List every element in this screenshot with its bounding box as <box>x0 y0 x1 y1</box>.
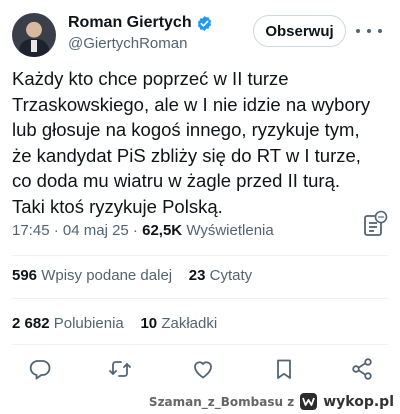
bookmarks-count: 10 <box>140 315 158 332</box>
divider <box>12 255 388 256</box>
share-icon[interactable] <box>349 356 375 382</box>
author-handle[interactable]: @GiertychRoman <box>68 35 187 52</box>
tweet-line: że kandydat PiS zbliży się do RT w I tur… <box>12 144 361 166</box>
more-dot <box>378 29 382 33</box>
wykop-watermark: Szaman_z_Bombasu z wykop.pl <box>149 393 394 410</box>
more-dot <box>367 29 371 33</box>
reposts-link[interactable]: 596 Wpisy podane dalej <box>12 267 172 284</box>
action-bar <box>0 356 400 384</box>
likes-label: Polubienia <box>53 315 124 332</box>
bookmark-icon[interactable] <box>271 356 297 382</box>
views-label: Wyświetlenia <box>186 222 274 239</box>
meta-separator: · <box>128 222 143 239</box>
likes-count: 2 682 <box>12 315 50 332</box>
repost-icon[interactable] <box>107 356 133 382</box>
quotes-label: Cytaty <box>209 267 253 284</box>
views-count: 62,5K <box>142 222 183 239</box>
likes-link[interactable]: 2 682 Polubienia <box>12 315 124 332</box>
author-display-name[interactable]: Roman Giertych <box>68 14 192 32</box>
reposts-quotes-row: 596 Wpisy podane dalej 23 Cytaty <box>12 267 252 284</box>
tweet-meta: 17:45 · 04 maj 25 · 62,5K Wyświetlenia <box>12 222 274 239</box>
verified-badge-icon <box>197 15 211 31</box>
tweet-line: lub głosuje na kogoś innego, ryzykuje ty… <box>12 119 360 140</box>
tweet-time[interactable]: 17:45 <box>12 222 50 239</box>
reposts-count: 596 <box>12 267 38 284</box>
author-avatar[interactable] <box>12 13 56 57</box>
tweet-line: Trzaskowskiego, ale w I nie idzie na wyb… <box>12 93 371 115</box>
divider <box>12 298 388 299</box>
follow-button[interactable]: Obserwuj <box>253 15 346 47</box>
tweet-date[interactable]: 04 maj 25 <box>63 222 129 239</box>
watermark-site: wykop.pl <box>323 393 394 410</box>
likes-bookmarks-row: 2 682 Polubienia 10 Zakładki <box>12 315 217 332</box>
quotes-link[interactable]: 23 Cytaty <box>189 267 252 284</box>
avatar-shirt <box>31 40 37 52</box>
reposts-label: Wpisy podane dalej <box>41 267 173 284</box>
translate-icon[interactable] <box>362 210 388 238</box>
wykop-logo-icon <box>300 393 318 410</box>
tweet-line: co doda mu wiatru w żagle przed II turą. <box>12 170 341 191</box>
tweet-card: Roman Giertych @GiertychRoman Obserwuj K… <box>0 0 400 414</box>
watermark-username: Szaman_z_Bombasu z <box>148 394 295 409</box>
divider <box>12 344 388 345</box>
quotes-count: 23 <box>188 267 206 284</box>
like-icon[interactable] <box>190 356 216 382</box>
tweet-line: Każdy kto chce poprzeć w II turze <box>12 68 289 89</box>
reply-icon[interactable] <box>27 356 53 382</box>
author-name-row: Roman Giertych <box>68 14 213 32</box>
meta-separator: · <box>49 222 63 239</box>
more-dot <box>356 29 360 33</box>
tweet-text: Każdy kto chce poprzeć w II turze Trzask… <box>12 66 392 219</box>
tweet-line: Taki ktoś ryzykuje Polską. <box>12 195 223 217</box>
bookmarks-link[interactable]: 10 Zakładki <box>140 315 217 332</box>
more-options-icon[interactable] <box>356 22 382 40</box>
bookmarks-label: Zakładki <box>161 315 218 332</box>
